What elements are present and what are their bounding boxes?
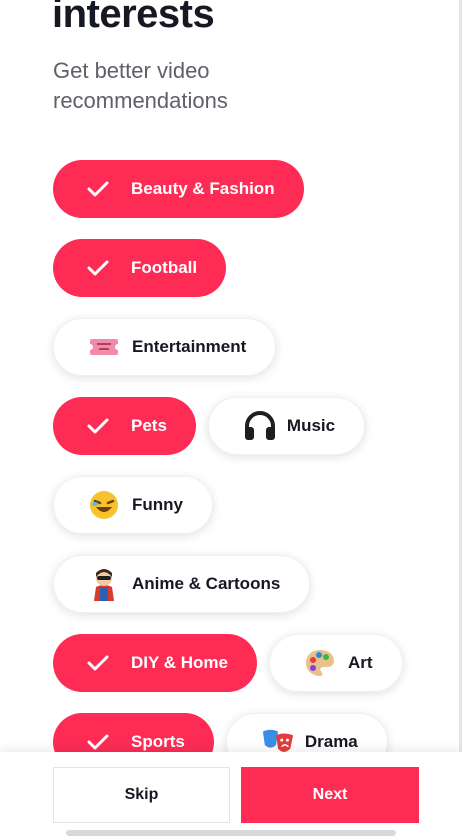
interest-chip-label: Entertainment [132,337,247,356]
interest-chip-label: Art [348,653,373,672]
skip-button[interactable]: Skip [53,767,230,823]
interest-chip-label: Beauty & Fashion [131,179,275,198]
interest-chip-pets[interactable]: Pets [53,397,196,455]
interest-chip-anime-cartoons[interactable]: Anime & Cartoons [53,555,311,613]
interest-chip-label: Anime & Cartoons [132,574,281,593]
check-icon [87,254,121,282]
interest-chip-diy-home[interactable]: DIY & Home [53,634,257,692]
interest-chip-art[interactable]: Art [269,634,403,692]
bottom-action-bar: Skip Next [0,752,462,836]
page-title: interests [52,0,215,36]
palette-icon [304,649,338,677]
interest-chip-label: Sports [131,732,185,751]
check-icon [87,175,121,203]
interest-chip-label: Football [131,258,198,277]
interest-chip-funny[interactable]: Funny [53,476,213,534]
superhero-icon [88,569,122,601]
interest-chip-label: Drama [304,732,358,751]
interest-chip-label: Music [286,416,336,435]
laughing-face-icon [88,491,122,519]
interest-chip-entertainment[interactable]: Entertainment [53,318,277,376]
check-icon [87,412,121,440]
page-subtitle: Get better video recommendations [53,58,228,113]
interest-chip-label: Pets [131,416,167,435]
next-button[interactable]: Next [241,767,419,823]
interest-chip-music[interactable]: Music [207,397,366,455]
check-icon [87,649,121,677]
ticket-icon [88,333,122,361]
home-indicator [66,830,396,836]
interest-chip-football[interactable]: Football [53,239,227,297]
headphones-icon [243,411,277,440]
interest-chip-list: Beauty & Fashion Football Entertainment … [53,160,453,792]
interest-chip-label: Funny [132,495,183,514]
interest-chip-label: DIY & Home [131,653,228,672]
interest-chip-beauty-fashion[interactable]: Beauty & Fashion [53,160,304,218]
